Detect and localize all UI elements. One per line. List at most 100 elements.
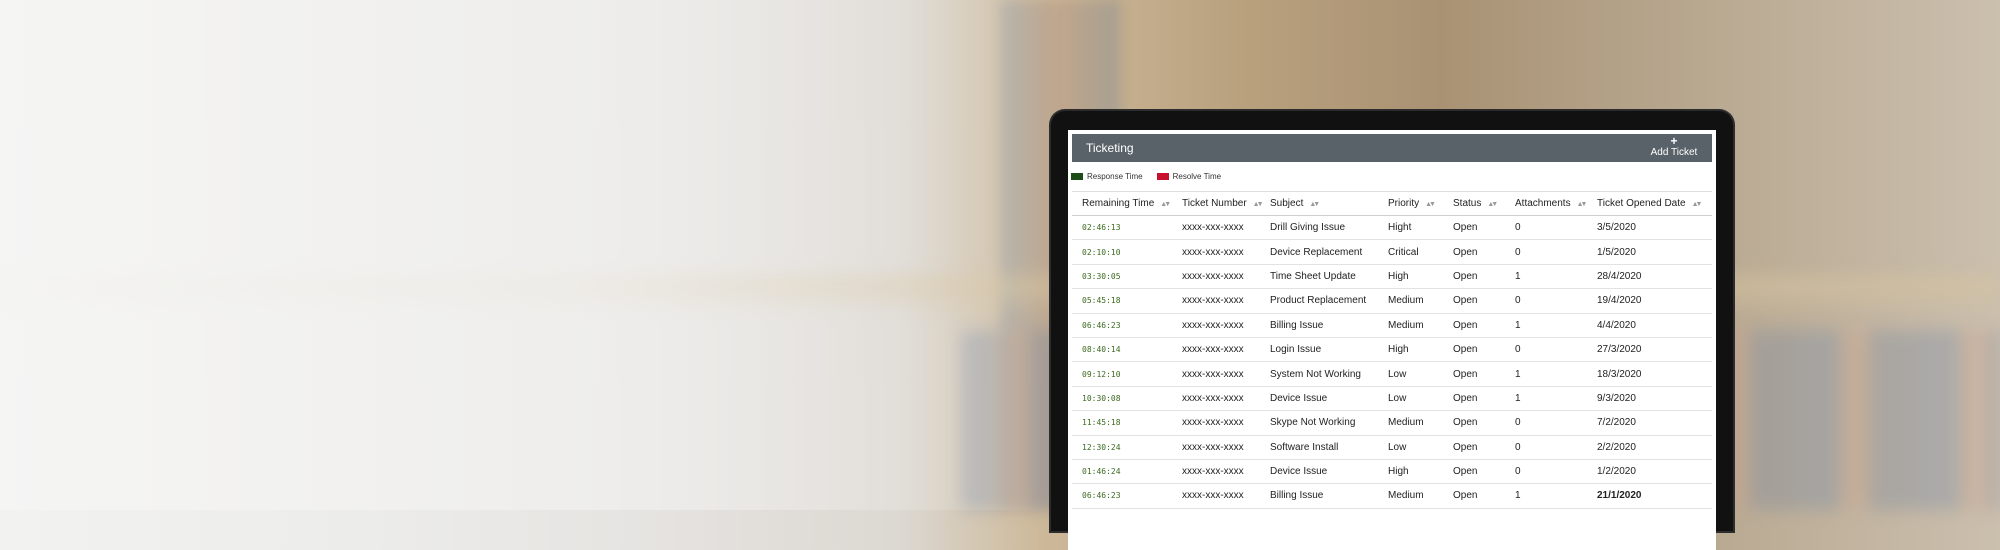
- attachments-cell: 0: [1505, 410, 1587, 436]
- ticket-number-cell: xxxx-xxx-xxxx: [1172, 264, 1260, 290]
- remaining-time-cell: 08:40:14: [1072, 337, 1172, 363]
- ticket-number-cell: xxxx-xxx-xxxx: [1172, 337, 1260, 363]
- remaining-time-cell: 05:45:18: [1072, 288, 1172, 314]
- column-header[interactable]: Attachments ▲▼: [1505, 191, 1588, 216]
- table-body: 02:46:13 xxxx-xxx-xxxx Drill Giving Issue H…: [1072, 215, 1712, 509]
- opened-date-cell: 1/5/2020: [1587, 239, 1712, 265]
- app-header: Ticketing + Add Ticket: [1072, 134, 1712, 162]
- opened-date-cell: 2/2/2020: [1587, 435, 1712, 460]
- attachments-cell: 1: [1505, 386, 1587, 412]
- table-row[interactable]: 01:46:24 xxxx-xxx-xxxx Device Issue High Ope…: [1072, 459, 1712, 485]
- priority-cell: High: [1378, 459, 1443, 485]
- table-row[interactable]: 09:12:10 xxxx-xxx-xxxx System Not Working L…: [1072, 361, 1712, 387]
- status-cell: Open: [1443, 288, 1505, 314]
- ticket-number-cell: xxxx-xxx-xxxx: [1172, 483, 1260, 509]
- status-cell: Open: [1443, 361, 1505, 387]
- attachments-cell: 0: [1505, 459, 1587, 485]
- remaining-time-cell: 11:45:18: [1072, 410, 1172, 436]
- attachments-cell: 1: [1505, 264, 1587, 290]
- priority-cell: Medium: [1378, 313, 1443, 338]
- attachments-cell: 1: [1505, 361, 1587, 387]
- laptop-frame: Ticketing + Add Ticket Response Time Res…: [1051, 111, 1733, 550]
- opened-date-cell: 19/4/2020: [1587, 288, 1712, 314]
- table-row[interactable]: 08:40:14 xxxx-xxx-xxxx Login Issue High Open…: [1072, 337, 1712, 363]
- attachments-cell: 1: [1505, 313, 1587, 338]
- subject-cell: Skype Not Working: [1260, 410, 1378, 436]
- subject-cell: Login Issue: [1260, 337, 1378, 363]
- priority-cell: Low: [1378, 361, 1443, 387]
- sort-arrows-icon[interactable]: ▲▼: [1160, 201, 1171, 208]
- background-fade: [0, 0, 1050, 510]
- sort-arrows-icon[interactable]: ▲▼: [1487, 201, 1498, 208]
- ticket-number-cell: xxxx-xxx-xxxx: [1172, 435, 1260, 460]
- legend: Response Time Resolve Time: [1071, 170, 1235, 182]
- status-cell: Open: [1443, 410, 1505, 436]
- opened-date-cell: 27/3/2020: [1587, 337, 1712, 363]
- ticket-number-cell: xxxx-xxx-xxxx: [1172, 239, 1260, 265]
- table-header-row: Remaining Time ▲▼ Ticket Number ▲▼ Subject ▲▼…: [1072, 191, 1712, 216]
- legend-label-resolve: Resolve Time: [1172, 171, 1222, 181]
- attachments-cell: 0: [1505, 288, 1587, 314]
- remaining-time-cell: 02:46:13: [1072, 215, 1172, 241]
- column-header-label: Status: [1453, 198, 1482, 209]
- table-row[interactable]: 12:30:24 xxxx-xxx-xxxx Software Install Low…: [1072, 435, 1712, 460]
- column-header-label: Subject: [1270, 198, 1304, 209]
- column-header[interactable]: Priority ▲▼: [1378, 191, 1443, 216]
- opened-date-cell: 4/4/2020: [1587, 313, 1712, 338]
- opened-date-cell: 28/4/2020: [1587, 264, 1712, 290]
- plus-icon: +: [1670, 134, 1678, 148]
- legend-swatch-response: [1071, 172, 1083, 180]
- subject-cell: Billing Issue: [1260, 313, 1378, 338]
- remaining-time-cell: 09:12:10: [1072, 361, 1172, 387]
- legend-swatch-resolve: [1156, 172, 1169, 180]
- table-row[interactable]: 05:45:18 xxxx-xxx-xxxx Product Replacement…: [1072, 288, 1712, 314]
- sort-arrows-icon[interactable]: ▲▼: [1692, 201, 1703, 208]
- sort-arrows-icon[interactable]: ▲▼: [1309, 201, 1320, 208]
- opened-date-cell: 9/3/2020: [1587, 386, 1712, 412]
- table-row[interactable]: 06:46:23 xxxx-xxx-xxxx Billing Issue Medium…: [1072, 483, 1712, 509]
- tickets-table: Remaining Time ▲▼ Ticket Number ▲▼ Subject ▲▼…: [1072, 191, 1712, 509]
- column-header[interactable]: Remaining Time ▲▼: [1072, 191, 1172, 216]
- subject-cell: System Not Working: [1260, 361, 1378, 387]
- sort-arrows-icon[interactable]: ▲▼: [1425, 201, 1436, 208]
- priority-cell: High: [1378, 264, 1443, 290]
- priority-cell: Hight: [1378, 215, 1443, 241]
- remaining-time-cell: 12:30:24: [1072, 435, 1172, 460]
- status-cell: Open: [1443, 483, 1505, 509]
- column-header[interactable]: Status ▲▼: [1443, 191, 1505, 216]
- subject-cell: Software Install: [1260, 435, 1378, 460]
- opened-date-cell: 21/1/2020: [1587, 483, 1712, 509]
- column-header[interactable]: Subject ▲▼: [1260, 191, 1378, 216]
- column-header-label: Priority: [1388, 198, 1420, 209]
- column-header[interactable]: Ticket Number ▲▼: [1172, 191, 1264, 216]
- table-row[interactable]: 02:46:13 xxxx-xxx-xxxx Drill Giving Issue H…: [1072, 215, 1712, 241]
- status-cell: Open: [1443, 435, 1505, 460]
- column-header[interactable]: Ticket Opened Date ▲▼: [1587, 191, 1712, 216]
- add-ticket-label: Add Ticket: [1650, 147, 1698, 158]
- column-header-label: Ticket Opened Date: [1597, 198, 1686, 209]
- subject-cell: Device Issue: [1260, 386, 1378, 412]
- attachments-cell: 0: [1505, 215, 1587, 241]
- add-ticket-button[interactable]: + Add Ticket: [1644, 134, 1704, 160]
- table-row[interactable]: 10:30:08 xxxx-xxx-xxxx Device Issue Low Open…: [1072, 386, 1712, 412]
- table-row[interactable]: 02:10:10 xxxx-xxx-xxxx Device Replacement C…: [1072, 239, 1712, 265]
- legend-label-response: Response Time: [1087, 171, 1143, 181]
- table-row[interactable]: 03:30:05 xxxx-xxx-xxxx Time Sheet Update Hi…: [1072, 264, 1712, 290]
- ticket-number-cell: xxxx-xxx-xxxx: [1172, 459, 1260, 485]
- attachments-cell: 0: [1505, 239, 1587, 265]
- status-cell: Open: [1443, 239, 1505, 265]
- status-cell: Open: [1443, 215, 1505, 241]
- priority-cell: Low: [1378, 386, 1443, 412]
- table-row[interactable]: 11:45:18 xxxx-xxx-xxxx Skype Not Working Me…: [1072, 410, 1712, 436]
- remaining-time-cell: 06:46:23: [1072, 483, 1172, 509]
- column-header-label: Attachments: [1515, 198, 1571, 209]
- opened-date-cell: 18/3/2020: [1587, 361, 1712, 387]
- ticket-number-cell: xxxx-xxx-xxxx: [1172, 410, 1260, 436]
- ticket-number-cell: xxxx-xxx-xxxx: [1172, 313, 1260, 338]
- legend-item-resolve: Resolve Time: [1156, 171, 1222, 181]
- attachments-cell: 1: [1505, 483, 1587, 509]
- sort-arrows-icon[interactable]: ▲▼: [1253, 201, 1264, 208]
- sort-arrows-icon[interactable]: ▲▼: [1577, 201, 1588, 208]
- table-row[interactable]: 06:46:23 xxxx-xxx-xxxx Billing Issue Medium…: [1072, 313, 1712, 338]
- priority-cell: Low: [1378, 435, 1443, 460]
